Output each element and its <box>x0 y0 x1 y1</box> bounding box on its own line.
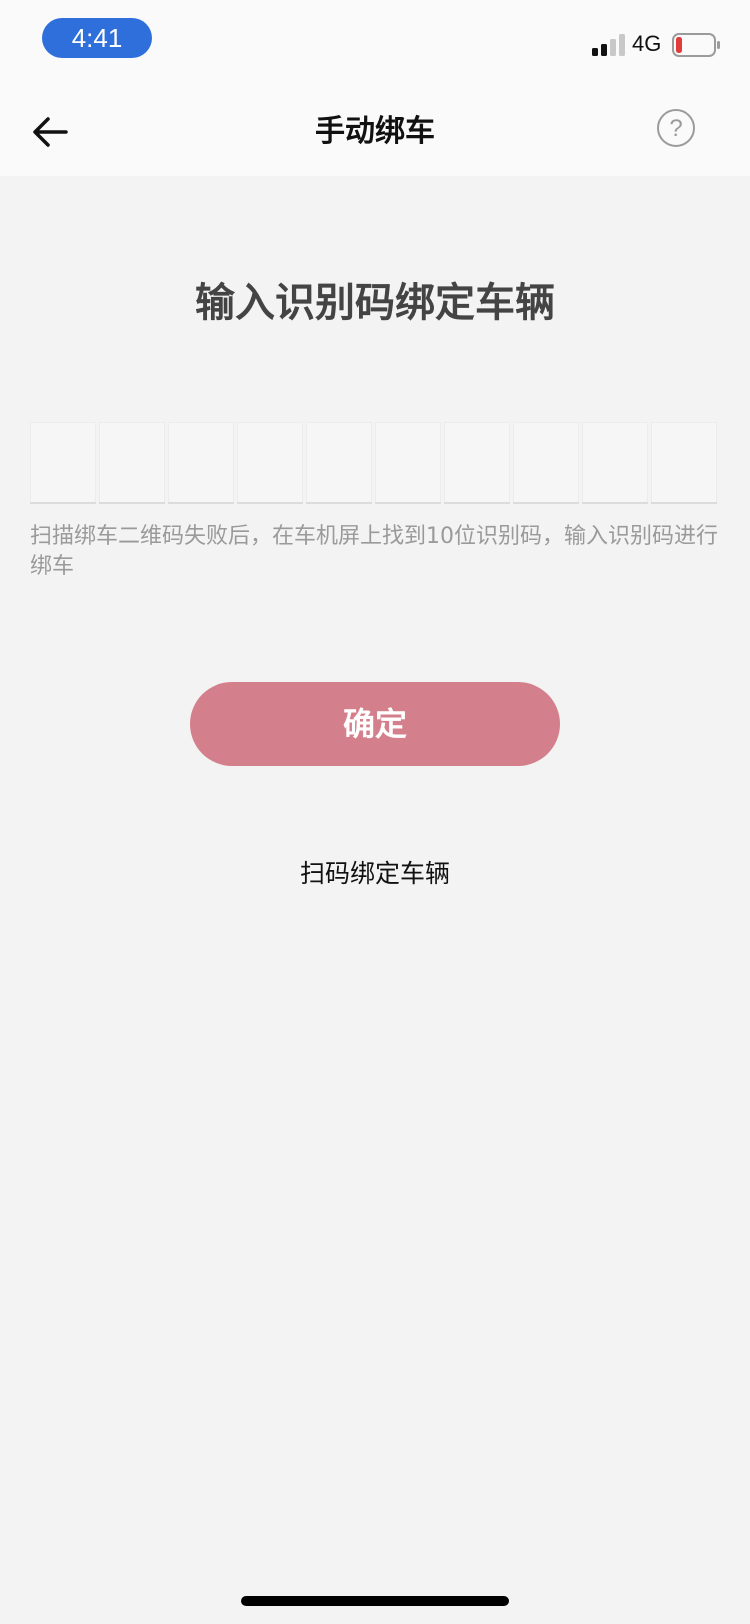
code-input-box[interactable] <box>651 422 717 504</box>
code-input-row <box>30 422 720 504</box>
code-input-box[interactable] <box>30 422 96 504</box>
code-input-box[interactable] <box>99 422 165 504</box>
home-indicator[interactable] <box>241 1596 509 1606</box>
code-input-box[interactable] <box>444 422 510 504</box>
nav-bar: 手动绑车 ? <box>0 88 750 176</box>
signal-icon <box>592 34 625 56</box>
code-input-box[interactable] <box>168 422 234 504</box>
bind-vehicle-heading: 输入识别码绑定车辆 <box>195 280 555 326</box>
scan-qr-bind-link[interactable]: 扫码绑定车辆 <box>0 854 750 890</box>
instruction-hint: 扫描绑车二维码失败后，在车机屏上找到10位识别码，输入识别码进行绑车 <box>30 524 718 579</box>
network-type: 4G <box>632 31 662 56</box>
page-title: 手动绑车 <box>315 114 435 149</box>
code-input-box[interactable] <box>237 422 303 504</box>
code-input-box[interactable] <box>513 422 579 504</box>
code-input-box[interactable] <box>306 422 372 504</box>
question-circle-icon[interactable]: ? <box>656 108 696 148</box>
status-bar: 4:41 4G <box>0 0 750 88</box>
status-time: 4:41 <box>42 18 152 58</box>
confirm-button[interactable]: 确定 <box>190 682 560 766</box>
help-label: ? <box>669 115 682 142</box>
code-input-box[interactable] <box>582 422 648 504</box>
code-input-box[interactable] <box>375 422 441 504</box>
battery-icon <box>672 33 720 57</box>
